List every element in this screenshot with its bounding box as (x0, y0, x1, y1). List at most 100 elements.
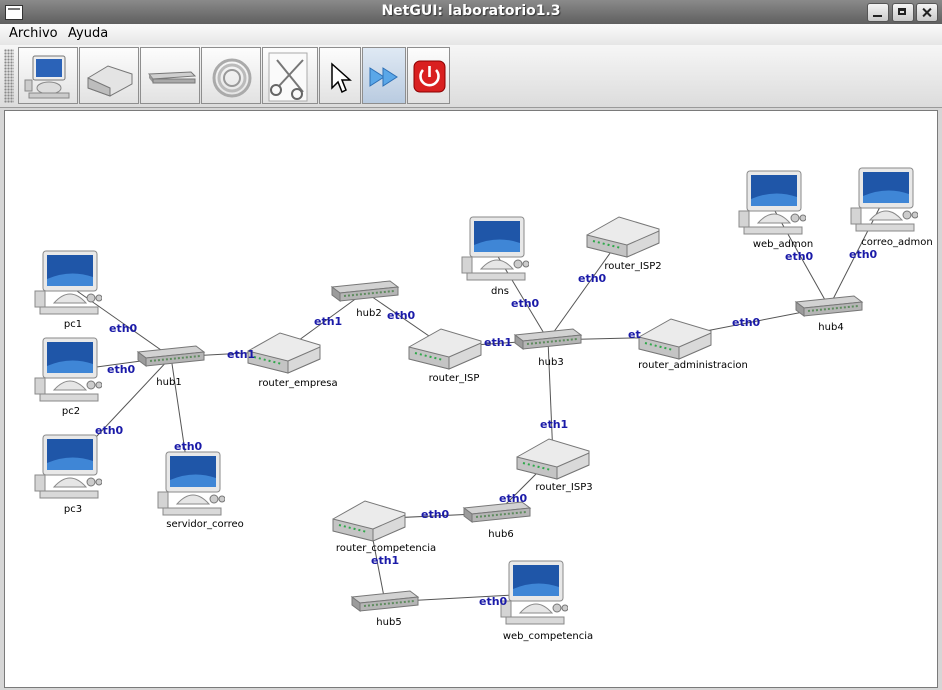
node-label: web_admon (752, 239, 814, 250)
node-router-competencia[interactable] (331, 495, 407, 543)
node-label: pc1 (63, 319, 83, 330)
node-label: hub3 (538, 357, 564, 368)
pointer-tool-button[interactable] (319, 47, 361, 104)
node-hub5[interactable] (350, 589, 420, 615)
interface-label: eth0 (95, 424, 124, 437)
node-pc3[interactable] (32, 433, 103, 503)
pc-icon (34, 337, 103, 402)
node-web-admon[interactable] (736, 169, 807, 239)
interface-label: eth1 (371, 554, 400, 567)
pc-icon (24, 55, 70, 99)
pc-tool-button[interactable] (18, 47, 78, 104)
interface-label: eth0 (174, 440, 203, 453)
router-icon (247, 332, 321, 374)
node-hub4[interactable] (794, 294, 864, 320)
interface-label: eth0 (479, 595, 508, 608)
node-label: web_competencia (502, 631, 594, 642)
node-label: dns (491, 286, 509, 297)
interface-label: eth0 (849, 248, 878, 261)
node-router-empresa[interactable] (246, 327, 322, 375)
pointer-icon (331, 62, 352, 94)
node-pc2[interactable] (32, 336, 103, 406)
hub-icon (330, 280, 400, 302)
cable-icon (212, 58, 252, 98)
node-label: router_ISP3 (535, 482, 593, 493)
interface-label: eth0 (107, 363, 136, 376)
menu-archivo[interactable]: Archivo (9, 26, 58, 41)
node-label: router_empresa (258, 378, 338, 389)
interface-label: eth0 (109, 322, 138, 335)
interface-label: eth0 (511, 297, 540, 310)
interface-label: eth0 (387, 309, 416, 322)
node-correo-admon[interactable] (848, 166, 919, 236)
hub-icon (350, 590, 420, 612)
router-tool-button[interactable] (79, 47, 139, 104)
window-title: NetGUI: laboratorio1.3 (381, 3, 561, 19)
pc-icon (500, 560, 569, 625)
node-dns[interactable] (459, 215, 530, 285)
interface-label: eth0 (578, 272, 607, 285)
node-label: hub4 (818, 322, 844, 333)
node-pc1[interactable] (32, 249, 103, 319)
node-hub2[interactable] (330, 279, 400, 305)
hub-tool-button[interactable] (140, 47, 200, 104)
router-icon (408, 328, 482, 370)
router-icon (87, 65, 133, 97)
pc-icon (461, 216, 530, 281)
pc-icon (738, 170, 807, 235)
pc-icon (34, 434, 103, 499)
router-icon (638, 318, 712, 360)
hub-icon (147, 71, 197, 84)
node-label: router_competencia (335, 543, 437, 554)
hub-icon (136, 345, 206, 367)
node-label: correo_admon (861, 237, 933, 248)
forward-tool-button[interactable] (362, 47, 406, 104)
router-icon (332, 500, 406, 542)
node-label: hub5 (376, 617, 402, 628)
node-hub3[interactable] (513, 327, 583, 353)
node-label: pc3 (63, 504, 83, 515)
title-bar: NetGUI: laboratorio1.3 (0, 0, 942, 25)
menu-ayuda[interactable]: Ayuda (68, 26, 108, 41)
node-hub1[interactable] (136, 344, 206, 370)
node-label: hub2 (356, 308, 382, 319)
pc-icon (850, 167, 919, 232)
power-icon (413, 60, 446, 93)
toolbar (0, 45, 942, 108)
hub-icon (794, 295, 864, 317)
power-tool-button[interactable] (407, 47, 450, 104)
pc-icon (34, 250, 103, 315)
node-label: router_ISP2 (604, 261, 662, 272)
node-router-administracion[interactable] (637, 313, 713, 361)
toolbar-grip[interactable] (4, 49, 14, 103)
interface-label: eth0 (785, 250, 814, 263)
node-router-isp3[interactable] (515, 433, 591, 481)
node-label: router_ISP (428, 373, 480, 384)
maximize-button[interactable] (892, 3, 914, 22)
pc-icon (157, 451, 226, 516)
node-router-isp[interactable] (407, 323, 483, 371)
router-icon (516, 438, 590, 480)
node-label: router_administracion (638, 360, 748, 371)
close-button[interactable] (916, 3, 938, 22)
node-label: pc2 (61, 406, 81, 417)
router-icon (586, 216, 660, 258)
cut-tool-button[interactable] (262, 47, 318, 104)
node-router-isp2[interactable] (585, 211, 661, 259)
fast-forward-icon (369, 67, 398, 87)
cable-tool-button[interactable] (201, 47, 261, 104)
interface-label: eth0 (732, 316, 761, 329)
interface-label: eth0 (499, 492, 528, 505)
node-label: hub6 (488, 529, 514, 540)
interface-label: eth0 (421, 508, 450, 521)
node-servidor-correo[interactable] (155, 450, 226, 520)
interface-label: eth1 (540, 418, 569, 431)
node-web-competencia[interactable] (498, 559, 569, 629)
interface-label: eth1 (484, 336, 513, 349)
interface-label: et (628, 328, 641, 341)
node-label: hub1 (156, 377, 182, 388)
network-canvas[interactable]: pc1 pc2 pc3 servidor_correo hub1 hub2 hu… (4, 110, 938, 688)
interface-label: eth1 (227, 348, 256, 361)
menu-bar: Archivo Ayuda (0, 24, 942, 45)
minimize-button[interactable] (867, 3, 889, 22)
